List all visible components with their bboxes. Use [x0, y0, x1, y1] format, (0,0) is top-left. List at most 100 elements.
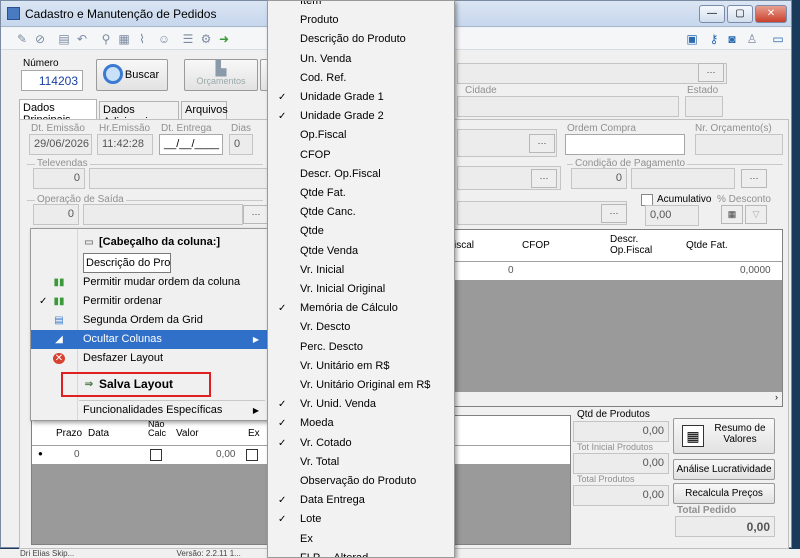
operacao-lookup-button[interactable]: ⋯: [531, 169, 557, 188]
column-toggle-item[interactable]: ✓ Memória de Cálculo: [268, 299, 454, 318]
column-toggle-item[interactable]: ✓ Unidade Grade 2: [268, 107, 454, 126]
edit-icon[interactable]: ✎: [15, 32, 29, 46]
recalcula-precos-button[interactable]: Recalcula Preços: [673, 483, 775, 504]
tab-arquivos[interactable]: Arquivos: [181, 101, 228, 119]
settings-icon[interactable]: ⚙: [199, 32, 213, 46]
column-header-label: [Cabeçalho da coluna:]: [99, 236, 221, 248]
eraser-icon: ◢: [55, 334, 63, 345]
column-toggle-item[interactable]: ✓ Vr. Unid. Venda: [268, 395, 454, 414]
calc-button[interactable]: ▦: [721, 205, 743, 224]
operacao-search-button[interactable]: ⋯: [243, 205, 269, 224]
menu-item-funcionalidades[interactable]: Funcionalidades Específicas ▶: [31, 401, 267, 420]
menu-item-desfazer-layout[interactable]: ✕ Desfazer Layout: [31, 349, 267, 368]
column-toggle-item[interactable]: Observação do Produto: [268, 472, 454, 491]
vendedor-lookup-button[interactable]: ⋯: [529, 134, 555, 153]
dt-entrega-field[interactable]: __/__/____: [159, 134, 223, 155]
analise-lucratividade-button[interactable]: Análise Lucratividade: [673, 459, 775, 480]
column-toggle-label: Op.Fiscal: [300, 129, 347, 142]
column-caption-input[interactable]: Descrição do Proc: [83, 253, 171, 273]
search-icon[interactable]: ⚲: [99, 32, 113, 46]
brush-icon[interactable]: ⌇: [135, 32, 149, 46]
filter-button[interactable]: ▽: [745, 205, 767, 224]
column-toggle-item[interactable]: ✓ Unidade Grade 1: [268, 88, 454, 107]
buscar-button[interactable]: Buscar: [96, 59, 168, 91]
maximize-button[interactable]: ▢: [727, 5, 753, 23]
column-toggle-item[interactable]: ✓ Moeda: [268, 414, 454, 433]
menu-icon[interactable]: ▭: [771, 32, 785, 46]
column-toggle-label: Perc. Descto: [300, 340, 363, 353]
key-icon[interactable]: ⚷: [707, 32, 721, 46]
column-toggle-item[interactable]: Qtde: [268, 222, 454, 241]
list-icon[interactable]: ☰: [181, 32, 195, 46]
ex-col[interactable]: Ex: [248, 428, 260, 439]
grid-col-cfop[interactable]: CFOP: [522, 240, 550, 251]
person-icon[interactable]: ♙: [745, 32, 759, 46]
column-toggle-item[interactable]: Ex: [268, 530, 454, 549]
menu-item-mudar-ordem[interactable]: ▮▮ Permitir mudar ordem da coluna: [31, 273, 267, 292]
ex-checkbox[interactable]: [246, 449, 258, 461]
operacao-field: 0: [33, 204, 79, 225]
valor-col[interactable]: Valor: [176, 428, 199, 439]
column-toggle-item[interactable]: Perc. Descto: [268, 338, 454, 357]
menu-item-ocultar-colunas[interactable]: ◢ Ocultar Colunas ▶: [31, 330, 267, 349]
condicao-lookup-button[interactable]: ⋯: [741, 169, 767, 188]
grid-col-qtde-fat[interactable]: Qtde Fat.: [686, 240, 728, 251]
column-toggle-item[interactable]: Op.Fiscal: [268, 126, 454, 145]
tab-dados-adicionais[interactable]: Dados Adicionais: [99, 101, 179, 128]
check-icon: ✓: [278, 92, 287, 103]
grid-icon[interactable]: ▦: [117, 32, 131, 46]
transportadora-lookup-button[interactable]: ⋯: [601, 204, 627, 223]
window-icon[interactable]: ▣: [685, 32, 699, 46]
column-toggle-item[interactable]: CFOP: [268, 146, 454, 165]
data-col[interactable]: Data: [88, 428, 109, 439]
column-toggle-item[interactable]: Qtde Venda: [268, 242, 454, 261]
minimize-button[interactable]: —: [699, 5, 725, 23]
column-toggle-label: Vr. Descto: [300, 321, 351, 334]
column-toggle-item[interactable]: ✓ Data Entrega: [268, 491, 454, 510]
column-toggle-item[interactable]: Vr. Total: [268, 453, 454, 472]
column-toggle-item[interactable]: Cod. Ref.: [268, 69, 454, 88]
check-icon: ✓: [278, 111, 287, 123]
column-toggle-item[interactable]: Produto: [268, 11, 454, 30]
column-toggle-item[interactable]: Descr. Op.Fiscal: [268, 165, 454, 184]
undo-icon[interactable]: ↶: [75, 32, 89, 46]
resumo-valores-button[interactable]: ▦ Resumo de Valores: [673, 418, 775, 454]
column-toggle-item[interactable]: Vr. Descto: [268, 318, 454, 337]
menu-item-segunda-ordem[interactable]: ▤ Segunda Ordem da Grid: [31, 311, 267, 330]
televendas-desc-field: [89, 168, 269, 189]
numero-input[interactable]: 114203: [21, 70, 83, 91]
cancel-icon[interactable]: ⊘: [33, 32, 47, 46]
column-toggle-item[interactable]: FLP.... Alterad...: [268, 549, 454, 557]
save-icon[interactable]: ▤: [57, 32, 71, 46]
row-indicator-icon: ●: [38, 449, 43, 458]
nao-calc-checkbox[interactable]: [150, 449, 162, 461]
column-toggle-item[interactable]: Descrição do Produto: [268, 30, 454, 49]
menu-item-salva-layout[interactable]: ⇒ Salva Layout: [31, 375, 267, 394]
column-toggle-item[interactable]: ✓ Vr. Cotado: [268, 434, 454, 453]
column-toggle-item[interactable]: Un. Venda: [268, 50, 454, 69]
refresh-icon[interactable]: ◙: [725, 32, 739, 46]
column-toggle-item[interactable]: Vr. Unitário em R$: [268, 357, 454, 376]
prazo-col[interactable]: Prazo: [56, 428, 82, 439]
user-icon[interactable]: ☺: [157, 32, 171, 46]
menu-item-permitir-ordenar[interactable]: ✓ ▮▮ Permitir ordenar: [31, 292, 267, 311]
exit-icon[interactable]: ➜: [217, 32, 231, 46]
dias-label: Dias: [231, 123, 252, 134]
cliente-lookup-button[interactable]: ⋯: [698, 63, 724, 82]
nao-calc-col[interactable]: Não Calc: [148, 420, 170, 438]
check-icon: ✓: [39, 296, 48, 307]
column-toggle-item[interactable]: Vr. Inicial Original: [268, 280, 454, 299]
ordem-compra-field[interactable]: [565, 134, 685, 155]
column-toggle-item[interactable]: Item: [268, 1, 454, 11]
grid-col-descr-op[interactable]: Descr. Op.Fiscal: [610, 234, 660, 256]
column-toggle-item[interactable]: Vr. Unitário Original em R$: [268, 376, 454, 395]
column-toggle-item[interactable]: Vr. Inicial: [268, 261, 454, 280]
column-toggle-item[interactable]: Qtde Fat.: [268, 184, 454, 203]
column-toggle-item[interactable]: ✓ Lote: [268, 510, 454, 529]
column-toggle-item[interactable]: Qtde Canc.: [268, 203, 454, 222]
close-button[interactable]: ✕: [755, 5, 787, 23]
orcamentos-button[interactable]: ▙ Orçamentos: [184, 59, 258, 91]
tot-inicial-label: Tot Inicial Produtos: [577, 442, 654, 452]
tab-dados-principais[interactable]: Dados Principais: [19, 99, 97, 126]
save-layout-icon: ⇒: [84, 379, 94, 390]
